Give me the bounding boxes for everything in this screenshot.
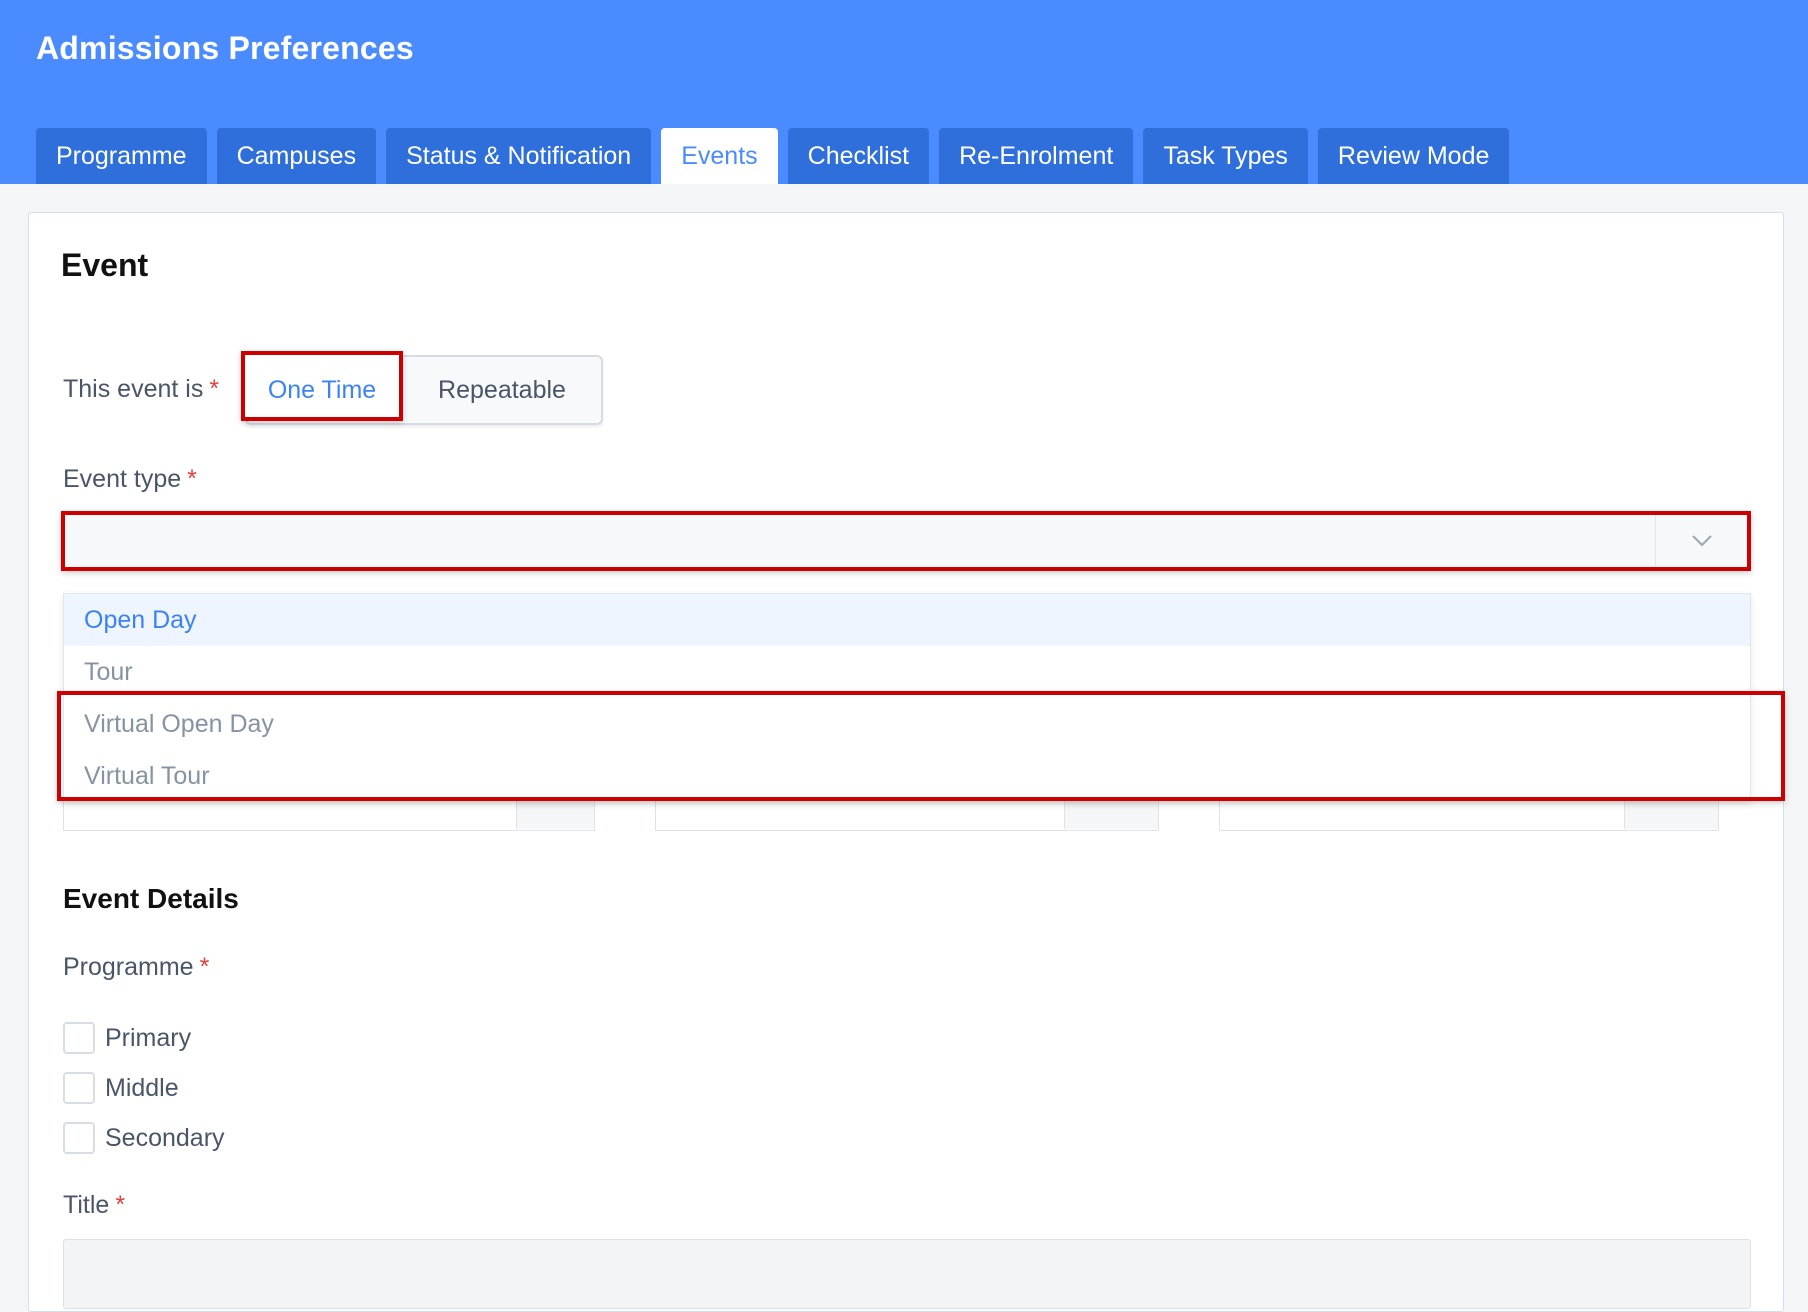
programme-label: Programme * <box>63 953 209 982</box>
option-open-day[interactable]: Open Day <box>64 594 1750 646</box>
secondary-checkbox[interactable] <box>63 1122 95 1154</box>
event-type-dropdown: Open Day Tour Virtual Open Day Virtual T… <box>63 593 1751 801</box>
occurrence-label-text: This event is <box>63 375 204 403</box>
calendar-icon[interactable] <box>516 801 594 829</box>
programme-option-middle[interactable]: Middle <box>63 1071 179 1105</box>
duration-input[interactable] <box>1219 801 1719 831</box>
title-label-text: Title <box>63 1191 110 1219</box>
occurrence-label: This event is * <box>63 375 219 404</box>
tab-campuses[interactable]: Campuses <box>216 128 377 184</box>
repeatable-button[interactable]: Repeatable <box>403 357 601 423</box>
app-header: Admissions Preferences Programme Campuse… <box>0 0 1808 184</box>
event-type-select[interactable] <box>61 511 1751 571</box>
tab-review-mode[interactable]: Review Mode <box>1317 128 1510 184</box>
primary-checkbox[interactable] <box>63 1022 95 1054</box>
tab-task-types[interactable]: Task Types <box>1143 128 1308 184</box>
middle-label: Middle <box>105 1073 179 1102</box>
start-time-input[interactable] <box>655 801 1159 831</box>
middle-checkbox[interactable] <box>63 1072 95 1104</box>
start-date-input[interactable] <box>63 801 595 831</box>
programme-label-text: Programme <box>63 953 194 981</box>
tab-status-notification[interactable]: Status & Notification <box>386 128 652 184</box>
primary-label: Primary <box>105 1023 192 1052</box>
option-virtual-open-day[interactable]: Virtual Open Day <box>64 698 1750 750</box>
event-type-label-text: Event type <box>63 465 182 493</box>
duration-addon[interactable] <box>1624 801 1718 829</box>
event-details-title: Event Details <box>63 883 239 914</box>
required-mark: * <box>209 375 220 403</box>
title-label: Title * <box>63 1191 125 1220</box>
chevron-down-icon <box>1691 535 1712 547</box>
event-type-label: Event type * <box>63 465 197 494</box>
clock-icon[interactable] <box>1064 801 1158 829</box>
tab-re-enrolment[interactable]: Re-Enrolment <box>939 128 1134 184</box>
page-title: Admissions Preferences <box>36 30 414 66</box>
occurrence-toggle: One Time Repeatable <box>241 351 603 425</box>
required-mark: * <box>199 953 210 981</box>
programme-option-secondary[interactable]: Secondary <box>63 1121 225 1155</box>
programme-option-primary[interactable]: Primary <box>63 1021 191 1055</box>
title-input[interactable] <box>63 1239 1751 1309</box>
secondary-label: Secondary <box>105 1123 225 1152</box>
dropdown-caret <box>1717 581 1741 593</box>
tab-checklist[interactable]: Checklist <box>787 128 930 184</box>
tab-events[interactable]: Events <box>661 128 778 184</box>
tab-programme[interactable]: Programme <box>36 128 207 184</box>
tab-bar: Programme Campuses Status & Notification… <box>36 128 1519 184</box>
option-tour[interactable]: Tour <box>64 646 1750 698</box>
required-mark: * <box>187 465 197 493</box>
option-virtual-tour[interactable]: Virtual Tour <box>64 750 1750 802</box>
required-mark: * <box>115 1191 126 1219</box>
event-section-title: Event <box>61 247 149 283</box>
one-time-button[interactable]: One Time <box>241 351 403 421</box>
event-form-card: Event This event is * One Time Repeatable… <box>28 212 1785 1312</box>
select-toggle[interactable] <box>1655 515 1747 567</box>
